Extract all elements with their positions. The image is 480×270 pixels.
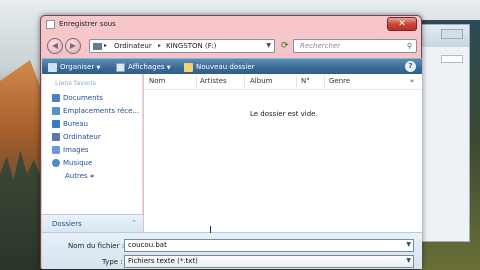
filetype-select[interactable]: Fichiers texte (*.txt) ▼ (124, 255, 414, 268)
window-icon (46, 20, 55, 29)
chevron-down-icon: ▼ (166, 65, 171, 71)
filetype-label: Type : (102, 258, 123, 266)
recent-places-icon (52, 107, 60, 115)
organize-icon (48, 62, 57, 72)
close-button[interactable]: ✕ (387, 17, 417, 31)
views-icon (116, 62, 125, 72)
breadcrumb-computer[interactable]: Ordinateur (114, 42, 152, 50)
refresh-icon[interactable]: ⟳ (281, 40, 293, 52)
forward-button[interactable]: ▶ (65, 38, 81, 54)
sidebar-item-label: Emplacements réce... (63, 107, 140, 115)
sidebar-item-recent-places[interactable]: Emplacements réce... (52, 105, 139, 117)
help-icon[interactable]: ? (405, 61, 416, 72)
chevron-down-icon[interactable]: ▼ (266, 42, 271, 49)
text-cursor-icon: I (209, 225, 212, 236)
filename-field[interactable]: coucou.bat ▼ (124, 239, 414, 252)
column-divider[interactable] (296, 76, 297, 88)
sidebar-item-label: Bureau (63, 120, 88, 128)
views-button[interactable]: Affichages ▼ (116, 61, 171, 74)
title-bar[interactable]: Enregistrer sous ✕ (41, 16, 421, 34)
chevron-down-icon: ▼ (96, 65, 101, 71)
sidebar-item-label: Autres (65, 172, 88, 180)
folders-toggle[interactable]: Dossiers ⌃ (42, 214, 143, 232)
column-album[interactable]: Album (250, 77, 282, 89)
organize-label: Organiser (60, 63, 95, 71)
organize-button[interactable]: Organiser ▼ (48, 61, 100, 74)
music-icon (52, 159, 60, 167)
sidebar-item-music[interactable]: Musique (52, 157, 92, 169)
search-placeholder: Rechercher (300, 42, 341, 50)
column-divider[interactable] (244, 76, 245, 88)
column-name[interactable]: Nom (149, 77, 175, 89)
double-chevron-right-icon: » (89, 172, 95, 180)
more-columns-icon[interactable]: » (410, 77, 414, 85)
sidebar-item-label: Documents (63, 94, 103, 102)
window-title: Enregistrer sous (59, 20, 116, 28)
navigation-row: ◀ ▶ ▸ Ordinateur ▸ KINGSTON (F:) ▼ ⟳ Rec… (41, 36, 421, 56)
sidebar-item-label: Images (63, 146, 89, 154)
computer-icon (52, 133, 60, 141)
chevron-up-icon: ⌃ (131, 219, 137, 227)
desktop-icon (52, 120, 60, 128)
navigation-pane: Liens favoris Documents Emplacements réc… (42, 74, 143, 214)
address-bar[interactable]: ▸ Ordinateur ▸ KINGSTON (F:) ▼ (89, 39, 275, 53)
column-divider[interactable] (196, 76, 197, 88)
column-track-number[interactable]: N° (301, 77, 320, 89)
chevron-down-icon[interactable]: ▼ (406, 257, 411, 264)
chevron-right-icon[interactable]: ▸ (158, 42, 161, 49)
search-icon[interactable]: ⚲ (407, 42, 412, 50)
filetype-value: Fichiers texte (*.txt) (128, 257, 198, 265)
sidebar-item-pictures[interactable]: Images (52, 144, 89, 156)
column-artists[interactable]: Artistes (200, 77, 237, 89)
views-label: Affichages (128, 63, 165, 71)
sidebar-item-label: Musique (63, 159, 93, 167)
column-header-row: Nom Artistes Album N° Genre » (144, 74, 422, 90)
filename-label: Nom du fichier : (68, 242, 125, 250)
sidebar-item-desktop[interactable]: Bureau (52, 118, 88, 130)
folders-label: Dossiers (52, 220, 82, 228)
save-options-panel: Nom du fichier : coucou.bat ▼ Type : Fic… (42, 232, 422, 269)
new-folder-icon (184, 62, 193, 72)
favorite-links-header: Liens favoris (55, 79, 96, 87)
filename-value: coucou.bat (128, 241, 167, 249)
search-input[interactable]: Rechercher ⚲ (293, 39, 417, 53)
breadcrumb-drive[interactable]: KINGSTON (F:) (166, 42, 216, 50)
background-window-controls[interactable] (441, 29, 463, 39)
new-folder-label: Nouveau dossier (196, 63, 255, 71)
column-divider[interactable] (324, 76, 325, 88)
chevron-right-icon[interactable]: ▸ (104, 42, 107, 49)
empty-folder-message: Le dossier est vide. (250, 110, 318, 118)
sidebar-item-computer[interactable]: Ordinateur (52, 131, 101, 143)
background-window-search[interactable] (441, 55, 463, 63)
column-genre[interactable]: Genre (329, 77, 360, 89)
documents-icon (52, 94, 60, 102)
background-window[interactable] (418, 24, 470, 242)
new-folder-button[interactable]: Nouveau dossier (184, 61, 255, 73)
pictures-icon (52, 146, 60, 154)
drive-icon (93, 43, 102, 50)
back-button[interactable]: ◀ (47, 38, 63, 54)
sidebar-item-more[interactable]: Autres » (65, 170, 94, 182)
file-list[interactable]: Nom Artistes Album N° Genre » Le dossier… (144, 74, 422, 232)
save-as-dialog: Enregistrer sous ✕ ◀ ▶ ▸ Ordinateur ▸ KI… (40, 15, 422, 269)
sidebar-item-label: Ordinateur (63, 133, 101, 141)
chevron-down-icon[interactable]: ▼ (406, 241, 411, 248)
command-bar: Organiser ▼ Affichages ▼ Nouveau dossier… (42, 58, 422, 74)
sidebar-item-documents[interactable]: Documents (52, 92, 103, 104)
